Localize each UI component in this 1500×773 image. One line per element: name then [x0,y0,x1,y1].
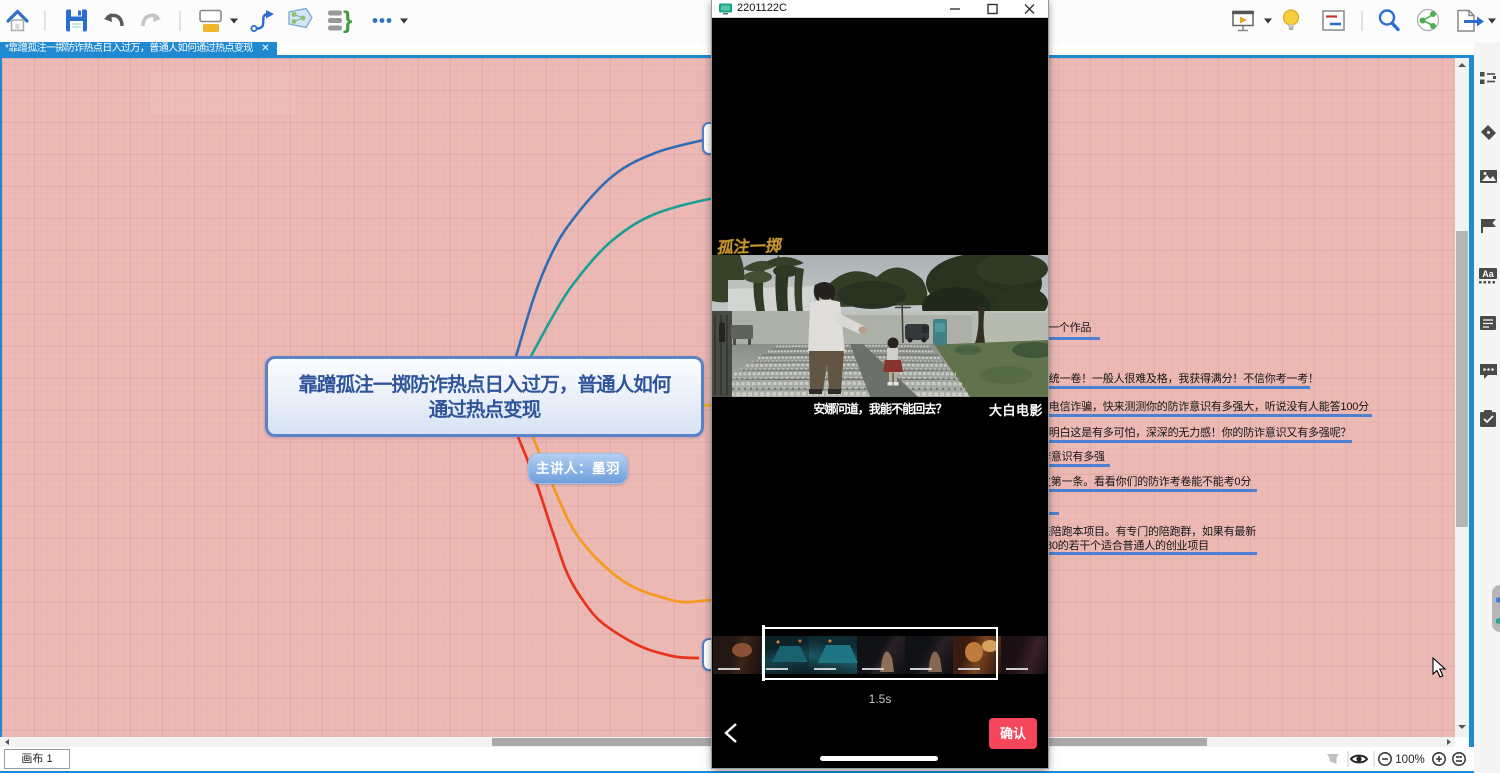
svg-text:100%: 100% [1395,754,1424,766]
svg-text:}: } [343,7,352,34]
svg-text:Aa: Aa [1482,269,1494,279]
